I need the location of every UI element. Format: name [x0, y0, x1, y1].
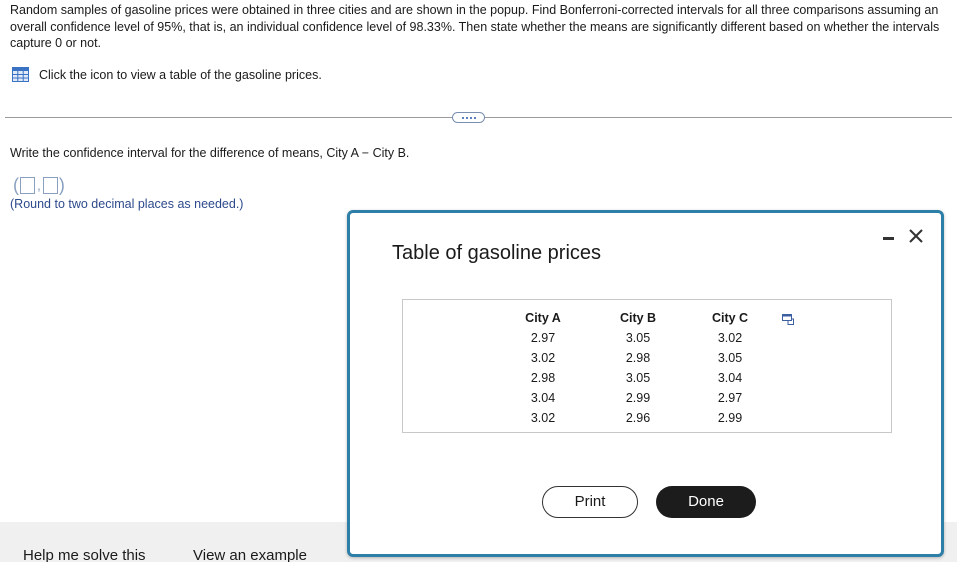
table-cell: 2.97	[530, 331, 556, 345]
minimize-icon	[882, 236, 894, 240]
help-me-solve-button[interactable]: Help me solve this	[23, 547, 146, 562]
done-button[interactable]: Done	[656, 486, 756, 518]
open-paren-glyph: (	[13, 175, 19, 195]
table-cell: 3.02	[530, 351, 556, 365]
prompt-text: Write the confidence interval for the di…	[10, 146, 410, 160]
expand-more-button[interactable]	[452, 112, 485, 123]
dot-icon	[461, 116, 464, 119]
gasoline-prices-popup: Table of gasoline prices City A 2.97 3.0…	[347, 210, 944, 557]
table-cell: 3.05	[717, 351, 743, 365]
table-cell: 3.02	[717, 331, 743, 345]
gasoline-price-table: City A 2.97 3.02 2.98 3.04 3.02 City B 3…	[402, 299, 892, 433]
view-example-button[interactable]: View an example	[193, 547, 307, 562]
column-header: City C	[711, 311, 749, 325]
lower-bound-input[interactable]	[20, 176, 35, 194]
popup-title: Table of gasoline prices	[392, 242, 602, 264]
interval-answer: ( , )	[13, 176, 65, 194]
question-text: Random samples of gasoline prices were o…	[10, 3, 940, 50]
table-column-city-a: City A 2.97 3.02 2.98 3.04 3.02	[513, 308, 573, 428]
dot-icon	[473, 116, 476, 119]
table-cell: 3.02	[530, 411, 556, 425]
close-icon	[909, 229, 923, 243]
table-cell: 3.04	[717, 371, 743, 385]
table-column-city-c: City C 3.02 3.05 3.04 2.97 2.99	[700, 308, 760, 428]
column-header: City B	[619, 311, 657, 325]
table-icon-link[interactable]: Click the icon to view a table of the ga…	[12, 67, 322, 82]
column-header: City A	[525, 311, 561, 325]
table-grid-icon[interactable]	[12, 67, 29, 82]
table-cell: 2.98	[530, 371, 556, 385]
close-button[interactable]	[907, 227, 925, 245]
table-cell: 3.05	[625, 371, 651, 385]
table-cell: 2.99	[625, 391, 651, 405]
dot-icon	[465, 116, 468, 119]
close-paren-glyph: )	[58, 175, 65, 195]
icon-link-label: Click the icon to view a table of the ga…	[39, 67, 322, 82]
print-button[interactable]: Print	[542, 486, 638, 518]
round-note: (Round to two decimal places as needed.)	[10, 197, 244, 211]
minimize-button[interactable]	[880, 230, 896, 244]
copy-data-icon[interactable]	[782, 314, 794, 325]
table-cell: 2.99	[717, 411, 743, 425]
table-cell: 2.96	[625, 411, 651, 425]
table-cell: 2.98	[625, 351, 651, 365]
table-cell: 3.04	[530, 391, 556, 405]
dot-icon	[469, 116, 472, 119]
table-column-city-b: City B 3.05 2.98 3.05 2.99 2.96	[608, 308, 668, 428]
comma-glyph: ,	[37, 177, 41, 193]
upper-bound-input[interactable]	[42, 176, 58, 194]
table-cell: 2.97	[717, 391, 743, 405]
table-cell: 3.05	[625, 331, 651, 345]
